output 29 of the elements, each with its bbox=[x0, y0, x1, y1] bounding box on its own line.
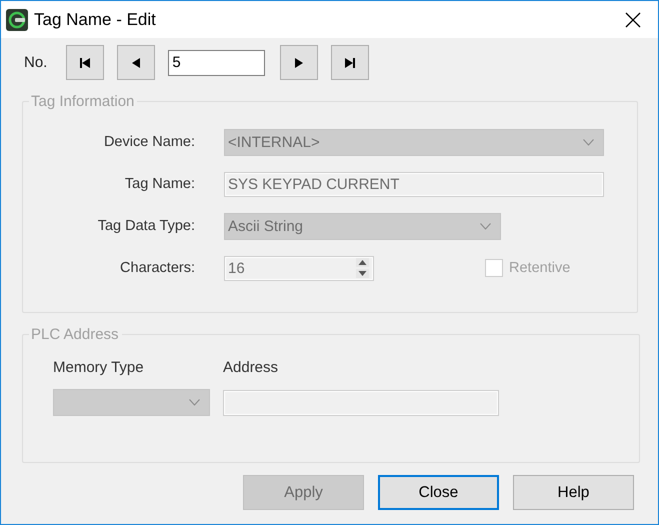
app-icon bbox=[6, 8, 28, 30]
field-label: Tag Data Type: bbox=[96, 218, 195, 234]
chevron-down-icon bbox=[480, 222, 491, 230]
previous-record-icon bbox=[130, 56, 142, 68]
first-record-button[interactable] bbox=[66, 45, 104, 80]
last-record-button[interactable] bbox=[331, 45, 370, 80]
window-title: Tag Name - Edit bbox=[34, 10, 157, 30]
chevron-down-icon bbox=[583, 138, 594, 146]
checkbox-label: Retentive bbox=[509, 260, 570, 276]
field-label: Device Name: bbox=[102, 134, 195, 150]
group-title: PLC Address bbox=[30, 326, 120, 343]
last-record-icon bbox=[344, 56, 356, 68]
dialog-button[interactable]: Help bbox=[513, 475, 634, 510]
spin-down-icon bbox=[356, 269, 369, 278]
chevron-down-icon bbox=[189, 399, 200, 406]
field-label: Address bbox=[223, 359, 280, 378]
next-record-icon bbox=[293, 56, 306, 68]
close-icon bbox=[625, 12, 641, 28]
spin-up-icon bbox=[356, 258, 369, 267]
field-label: Memory Type bbox=[53, 359, 145, 378]
record-number-label: No. bbox=[24, 54, 48, 71]
record-number-field[interactable]: 5 bbox=[168, 50, 266, 76]
next-record-button[interactable] bbox=[280, 45, 318, 80]
dialog-button[interactable]: Close bbox=[378, 475, 499, 510]
first-record-icon bbox=[79, 56, 92, 68]
previous-record-button[interactable] bbox=[117, 45, 156, 80]
group-title: Tag Information bbox=[30, 93, 136, 110]
field-label: Tag Name: bbox=[124, 176, 195, 192]
field-label: Characters: bbox=[119, 260, 195, 276]
